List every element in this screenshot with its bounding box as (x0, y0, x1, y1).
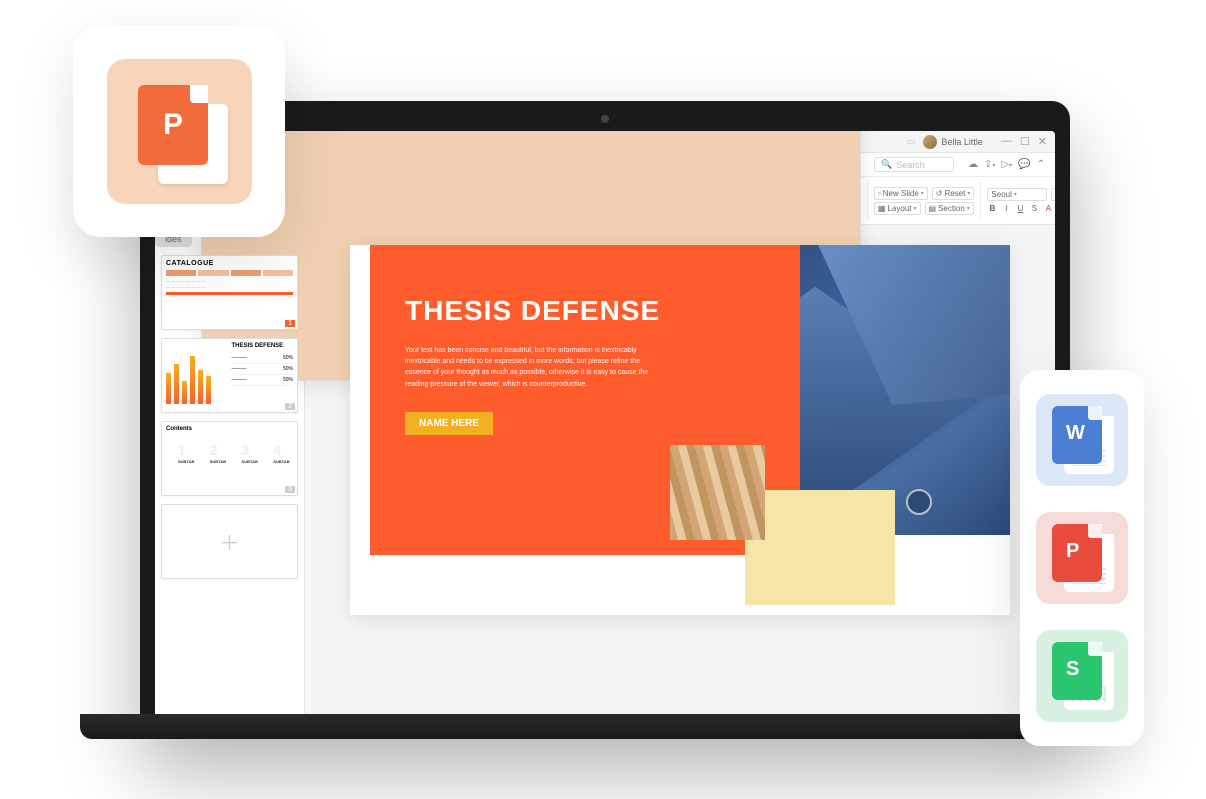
app-window: ✕ ＋ ▭ Bella Little — ☐ ✕ ≡ 🗎 ⎙ ↶ ↷ ▾ (155, 131, 1055, 721)
reset-button[interactable]: ↺ Reset ▾ (932, 187, 975, 200)
font-size-select[interactable]: 10 ▾ (1051, 188, 1055, 201)
section-dropdown[interactable]: ▤ Section ▾ (925, 202, 974, 215)
main-slide[interactable]: THESIS DEFENSE Your text has been concis… (350, 245, 1010, 615)
presentation-icon: P (1036, 512, 1128, 604)
strikethrough-icon[interactable]: S (1029, 203, 1039, 213)
workspace: ides CATALOGUE — — — — — — — —— — — — — … (155, 225, 1055, 721)
thumb2-title: THESIS DEFENSE (232, 343, 294, 349)
presentation-app-card: P (73, 25, 285, 237)
font-name-select[interactable]: Seoul ▾ (987, 188, 1047, 201)
collapse-ribbon-icon[interactable]: ⌃ (1037, 159, 1045, 170)
search-placeholder: Search (896, 160, 925, 170)
avatar (923, 135, 937, 149)
shield-badge-icon (906, 489, 932, 515)
slide-title[interactable]: THESIS DEFENSE (405, 295, 765, 327)
notebook-icon[interactable]: ▭ (907, 136, 916, 147)
slide-panel: ides CATALOGUE — — — — — — — —— — — — — … (155, 225, 305, 721)
doc-front-icon: P (138, 85, 208, 165)
demonstrate-label: DEMONSTRATE (405, 573, 529, 583)
app-letter: P (163, 108, 183, 142)
play-icon[interactable]: ▷▾ (1001, 159, 1012, 170)
user-name: Bella Little (941, 137, 983, 147)
search-input[interactable]: 🔍 Search (874, 157, 954, 172)
share-icon[interactable]: ⇪▾ (984, 159, 995, 170)
add-slide-button[interactable]: ＋ (161, 504, 298, 579)
cloud-icon[interactable]: ☁ (968, 159, 978, 170)
minimize-button[interactable]: — (1001, 135, 1012, 148)
slide-body-text[interactable]: Your text has been concise and beautiful… (405, 345, 665, 390)
ribbon: ument ▾ de ▫ New Slide ▾ ↺ Reset ▾ ▦ Lay… (155, 177, 1055, 225)
italic-icon[interactable]: I (1001, 203, 1011, 213)
slide-building-image (670, 445, 765, 540)
thumb3-title: Contents (166, 426, 293, 432)
webcam (601, 115, 609, 123)
slide-yellow-box (745, 490, 895, 605)
new-slide-dropdown[interactable]: ▫ New Slide ▾ (874, 187, 928, 200)
thumb1-title: CATALOGUE (166, 260, 293, 267)
thumbnail-3[interactable]: Contents 1SUBTAB 2SUBTAB 3SUBTAB 4SUBTAB… (161, 421, 298, 496)
underline-icon[interactable]: U (1015, 203, 1025, 213)
thumbnail-1[interactable]: CATALOGUE — — — — — — — —— — — — — — — —… (161, 255, 298, 330)
comment-icon[interactable]: 💬 (1018, 159, 1030, 170)
file-types-panel: W P S (1020, 370, 1144, 746)
close-button[interactable]: ✕ (1038, 135, 1047, 148)
writer-icon: W (1036, 394, 1128, 486)
presentation-app-icon: P (107, 59, 252, 204)
restore-button[interactable]: ☐ (1020, 135, 1030, 148)
name-badge[interactable]: NAME HERE (405, 412, 493, 435)
layout-dropdown[interactable]: ▦ Layout ▾ (874, 202, 921, 215)
thumbnail-2[interactable]: THESIS DEFENSE ———50% ———50% ———50% 2 (161, 338, 298, 413)
spreadsheet-icon: S (1036, 630, 1128, 722)
user-account[interactable]: Bella Little (923, 135, 983, 149)
search-icon: 🔍 (881, 159, 892, 170)
bold-icon[interactable]: B (987, 203, 997, 213)
font-color-icon[interactable]: A (1043, 203, 1053, 213)
slide-canvas[interactable]: THESIS DEFENSE Your text has been concis… (305, 225, 1055, 721)
